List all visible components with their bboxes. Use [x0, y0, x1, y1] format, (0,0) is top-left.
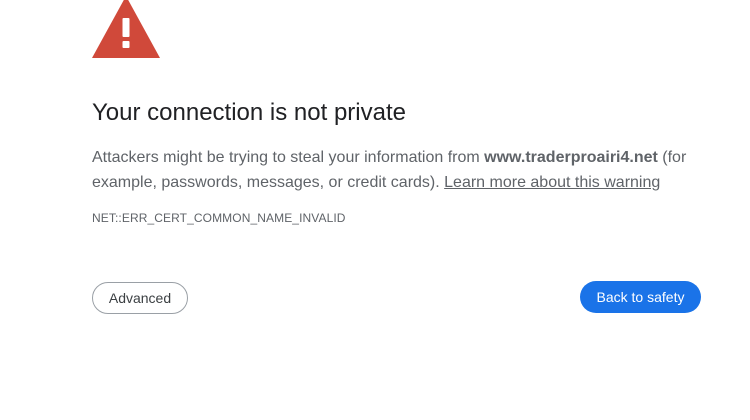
advanced-button[interactable]: Advanced	[92, 282, 188, 314]
page-heading: Your connection is not private	[92, 99, 406, 126]
hostname: www.traderproairi4.net	[484, 149, 658, 166]
error-code: NET::ERR_CERT_COMMON_NAME_INVALID	[92, 211, 346, 225]
message-text-before: Attackers might be trying to steal your …	[92, 149, 485, 166]
back-to-safety-button[interactable]: Back to safety	[580, 281, 701, 313]
warning-triangle-icon	[92, 0, 160, 58]
warning-message: Attackers might be trying to steal your …	[92, 145, 712, 195]
learn-more-link[interactable]: Learn more about this warning	[444, 174, 660, 191]
